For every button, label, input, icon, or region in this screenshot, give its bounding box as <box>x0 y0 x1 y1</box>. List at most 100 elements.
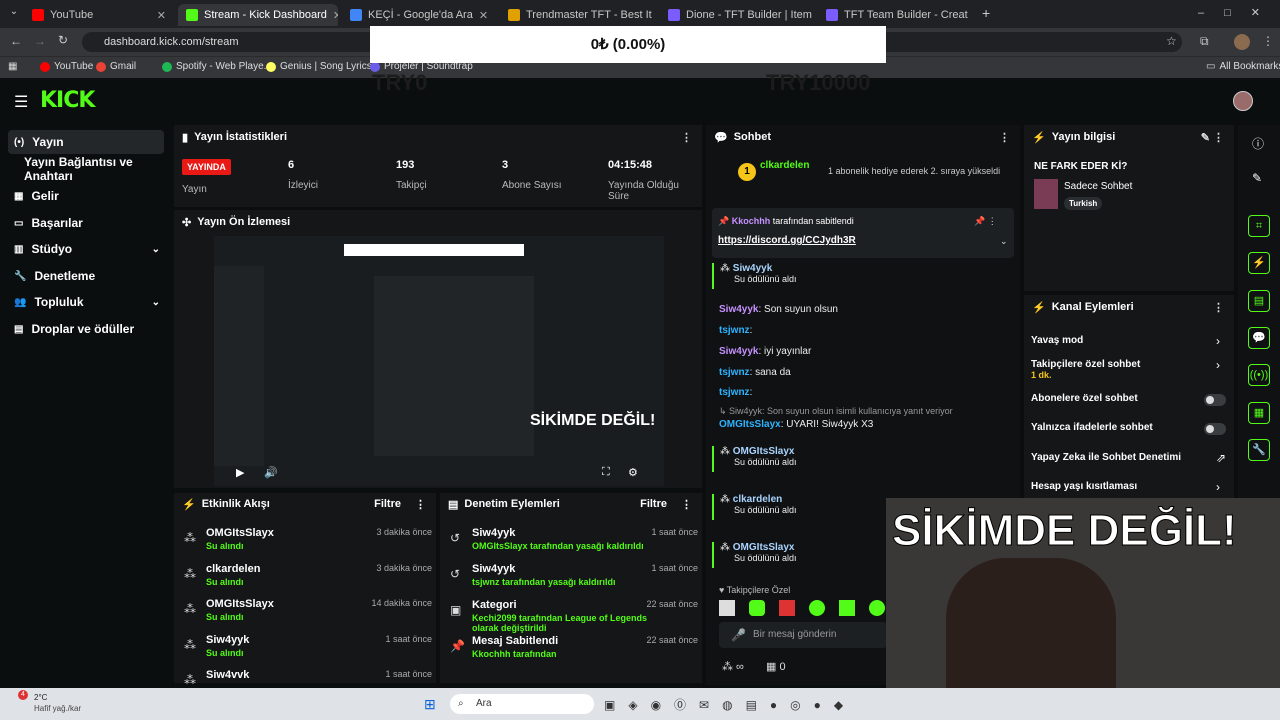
chat-message[interactable]: ⁂ OMGItsSlayx Su ödülünü aldı <box>712 446 797 472</box>
sidebar-item[interactable]: ▤ Droplar ve ödüller <box>8 317 164 341</box>
emote-green-circle[interactable] <box>869 600 885 616</box>
tab-close-icon[interactable]: ✕ <box>479 9 488 22</box>
emote-green-blob[interactable] <box>839 600 855 616</box>
fullscreen-icon[interactable]: ⛶ <box>602 466 610 479</box>
settings-gear-icon[interactable]: ⚙ <box>628 466 638 479</box>
bookmark-youtube[interactable]: YouTube <box>40 61 93 72</box>
unpin-icon[interactable]: 📌 ⋮ <box>974 216 997 227</box>
category-name[interactable]: Sadece Sohbet <box>1064 181 1132 192</box>
rail-chat-icon[interactable]: 💬 <box>1248 327 1270 349</box>
hamburger-menu-icon[interactable]: ☰ <box>14 92 28 112</box>
stats-menu-icon[interactable]: ⋮ <box>681 131 692 144</box>
weather-temp[interactable]: 2°C <box>34 693 47 702</box>
chat-message[interactable]: ⁂ Siw4yyk Su ödülünü aldı <box>712 263 797 289</box>
activity-filter-button[interactable]: Filtre <box>374 498 401 510</box>
language-tag[interactable]: Turkish <box>1064 197 1103 210</box>
emote-red-face[interactable] <box>779 600 795 616</box>
volume-icon[interactable]: 🔊 <box>264 466 278 479</box>
apps-icon[interactable]: ▦ <box>8 61 17 72</box>
taskbar-apps[interactable]: ▣◈◉⓪✉◍▤●◎●◆ <box>604 696 856 713</box>
tab-search-icon[interactable]: ⌄ <box>6 6 22 22</box>
browser-tab[interactable]: TFT Team Builder - Create & Sh✕ <box>818 4 968 26</box>
channel-action-label[interactable]: Yalnızca ifadelerle sohbet <box>1031 422 1153 433</box>
moderation-item[interactable]: ↺ Siw4yyk tsjwnz tarafından yasağı kaldır… <box>448 563 698 597</box>
moderation-item[interactable]: 📌 Mesaj Sabitlendi Kkochhh tarafından 22 s… <box>448 635 698 669</box>
bookmark-star-icon[interactable]: ☆ <box>1166 34 1177 48</box>
pencil-icon[interactable]: ✎ <box>1252 171 1262 185</box>
browser-tab[interactable]: Trendmaster TFT - Best Items a...✕ <box>500 4 652 26</box>
channel-action-label[interactable]: Yavaş mod <box>1031 335 1083 346</box>
channel-action-label[interactable]: Yapay Zeka ile Sohbet Denetimi <box>1031 452 1181 463</box>
emote-green-face[interactable] <box>749 600 765 616</box>
info-circle-icon[interactable]: ⓘ <box>1252 135 1264 152</box>
chat-message[interactable]: tsjwnz: <box>719 325 752 336</box>
channel-action-label[interactable]: Hesap yaşı kısıtlaması <box>1031 481 1137 492</box>
sidebar-item[interactable]: Yayın Bağlantısı ve Anahtarı <box>8 155 178 183</box>
points-counter[interactable]: ▦ 0 <box>766 660 786 673</box>
channel-action-toggle[interactable] <box>1204 423 1226 435</box>
start-windows-icon[interactable]: ⊞ <box>424 696 442 712</box>
rail-bolt-icon[interactable]: ⚡ <box>1248 252 1270 274</box>
taskbar-search[interactable]: ⌕ Ara <box>450 694 594 714</box>
top-gifter-name[interactable]: clkardelen <box>760 160 809 171</box>
bookmark-spotify[interactable]: Spotify - Web Playe... <box>162 61 272 72</box>
chevron-right-icon[interactable]: › <box>1216 480 1220 494</box>
emote-gang[interactable] <box>719 600 735 616</box>
sidebar-item[interactable]: 🔧 Denetleme <box>8 264 164 288</box>
profile-avatar[interactable] <box>1234 34 1250 50</box>
chat-message[interactable]: tsjwnz: <box>719 387 752 398</box>
chat-input[interactable]: 🎤 Bir mesaj gönderin <box>719 622 887 648</box>
rail-grid-icon[interactable]: ▦ <box>1248 402 1270 424</box>
tab-close-icon[interactable]: ✕ <box>157 9 166 22</box>
tab-close-icon[interactable]: ✕ <box>333 9 338 22</box>
kick-logo[interactable]: KICK <box>40 88 95 113</box>
moderation-menu-icon[interactable]: ⋮ <box>681 498 692 511</box>
activity-item[interactable]: ⁂ Siw4yyk Su alındı 1 saat önce <box>182 634 432 668</box>
browser-menu-icon[interactable]: ⋮ <box>1262 34 1274 48</box>
activity-item[interactable]: ⁂ OMGItsSlayx Su alındı 3 dakika önce <box>182 527 432 561</box>
info-edit-icon[interactable]: ✎ ⋮ <box>1201 131 1224 144</box>
activity-menu-icon[interactable]: ⋮ <box>415 498 426 511</box>
reload-icon[interactable]: ↻ <box>58 33 68 47</box>
moderation-filter-button[interactable]: Filtre <box>640 498 667 510</box>
infinity-icon[interactable]: ⁂ ∞ <box>722 660 744 673</box>
all-bookmarks[interactable]: ▭ All Bookmarks <box>1206 61 1280 72</box>
chat-menu-icon[interactable]: ⋮ <box>999 131 1010 144</box>
chat-message[interactable]: tsjwnz: sana da <box>719 367 791 378</box>
bookmark-gmail[interactable]: Gmail <box>96 61 136 72</box>
browser-tab[interactable]: KEÇİ - Google'da Ara ✕ <box>342 4 492 26</box>
extensions-icon[interactable]: ⧉ <box>1200 34 1209 49</box>
rail-broadcast-icon[interactable]: ((•)) <box>1248 364 1270 386</box>
chat-message[interactable]: ⁂ clkardelen Su ödülünü aldı <box>712 494 797 520</box>
pinned-link[interactable]: https://discord.gg/CCJydh3R <box>718 235 856 246</box>
browser-tab[interactable]: YouTube ✕ <box>24 4 174 26</box>
moderation-item[interactable]: ▣ Kategori Kechi2099 tarafından League of… <box>448 599 698 633</box>
chat-message[interactable]: ⁂ OMGItsSlayx Su ödülünü aldı <box>712 542 797 568</box>
moderation-item[interactable]: ↺ Siw4yyk OMGItsSlayx tarafından yasağı k… <box>448 527 698 561</box>
external-link-icon[interactable]: ⇗ <box>1216 451 1226 465</box>
forward-icon[interactable]: → <box>34 34 46 48</box>
chevron-right-icon[interactable]: › <box>1216 358 1220 372</box>
activity-item[interactable]: ⁂ clkardelen Su alındı 3 dakika önce <box>182 563 432 597</box>
browser-tab[interactable]: Stream - Kick Dashboard ✕ <box>178 4 338 26</box>
chat-message[interactable]: Siw4yyk: iyi yayınlar <box>719 346 811 357</box>
expand-chevron-icon[interactable]: ⌄ <box>1000 236 1008 247</box>
user-avatar[interactable] <box>1233 91 1253 111</box>
weather-desc[interactable]: Hafif yağ./kar <box>34 704 81 713</box>
pinned-by-user[interactable]: Kkochhh <box>732 216 771 226</box>
channel-action-label[interactable]: Abonelere özel sohbet <box>1031 393 1138 404</box>
channel-actions-menu-icon[interactable]: ⋮ <box>1213 301 1224 314</box>
sidebar-item[interactable]: ▦ Gelir <box>8 184 164 208</box>
chevron-right-icon[interactable]: › <box>1216 334 1220 348</box>
new-tab-button[interactable]: + <box>982 5 990 21</box>
channel-action-label[interactable]: Takipçilere özel sohbet 1 dk. <box>1031 359 1140 381</box>
chat-message[interactable]: Siw4yyk: Son suyun olsun <box>719 304 838 315</box>
sidebar-item[interactable]: 👥 Topluluk ⌄ <box>8 290 164 314</box>
sidebar-item[interactable]: ▭ Başarılar <box>8 211 164 235</box>
stream-preview-video[interactable]: SİKİMDE DEĞİL! ▶ 🔊 ⛶ ⚙ <box>214 236 664 486</box>
sidebar-item[interactable]: ▥ Stüdyo ⌄ <box>8 237 164 261</box>
chat-message[interactable]: OMGItsSlayx: UYARI! Siw4yyk X3 <box>719 419 873 430</box>
rail-doc-icon[interactable]: ▤ <box>1248 290 1270 312</box>
sidebar-item[interactable]: (•) Yayın <box>8 130 164 154</box>
browser-tab[interactable]: Dione - TFT Builder | Items /✕ <box>660 4 812 26</box>
